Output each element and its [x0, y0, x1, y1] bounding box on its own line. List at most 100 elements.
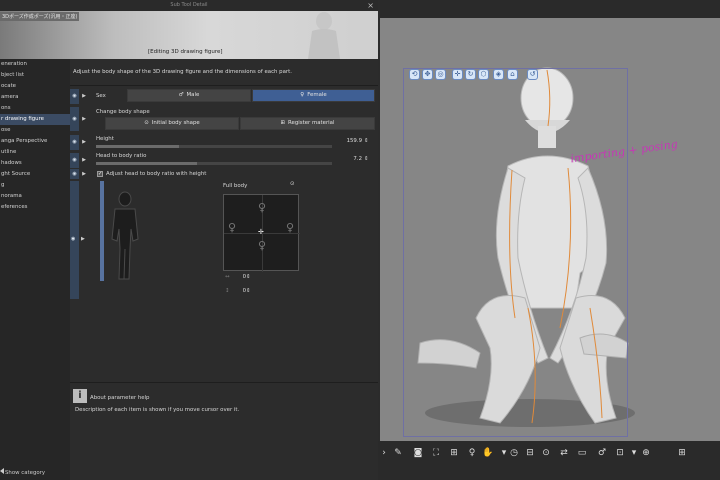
nav-item[interactable]: eneration: [0, 59, 70, 70]
body-part-selector[interactable]: [105, 189, 145, 289]
initial-body-shape-label: Initial body shape: [151, 120, 200, 126]
right-figure-icon: ♀: [286, 221, 295, 234]
male-label: Male: [186, 92, 200, 98]
front-figure-icon: ♀: [258, 201, 267, 214]
floor-icon[interactable]: ▭: [576, 447, 588, 459]
frame-icon[interactable]: ⛶: [430, 447, 442, 459]
arrow-left-icon: [0, 468, 4, 474]
sex-label: Sex: [96, 93, 106, 99]
x-spinner-icon[interactable]: ⇕: [246, 274, 251, 280]
height-label: Height: [96, 136, 114, 142]
snap-icon[interactable]: ⌂: [507, 69, 518, 80]
divider: [70, 382, 378, 383]
rotate-object-icon[interactable]: ↻: [465, 69, 476, 80]
nav-item[interactable]: anga Perspective: [0, 136, 70, 147]
nav-item[interactable]: ght Source: [0, 169, 70, 180]
hand-icon[interactable]: ✋: [482, 447, 494, 459]
adjust-checkbox[interactable]: ✓: [97, 171, 103, 177]
nav-item[interactable]: utline: [0, 147, 70, 158]
nav-item[interactable]: ons: [0, 103, 70, 114]
fit-icon[interactable]: ⊞: [448, 447, 460, 459]
object-launcher-bar: › ✎ ◙ ⛶ ⊞ ♀ ✋ ▾ ◷ ⊟ ⊙ ⇄ ▭ ♂ ⊡ ▾ ⊕ ⊞: [378, 441, 720, 480]
nav-item[interactable]: bject list: [0, 70, 70, 81]
nav-item[interactable]: norama: [0, 191, 70, 202]
reset-view-icon[interactable]: ⊙: [290, 181, 295, 187]
nav-item[interactable]: ose: [0, 125, 70, 136]
nav-item[interactable]: amera: [0, 92, 70, 103]
lock-icon[interactable]: ⊡: [614, 447, 626, 459]
eye-toggle-icon[interactable]: ◉: [70, 153, 79, 168]
send-icon[interactable]: ⊞: [676, 447, 688, 459]
height-spinner-icon[interactable]: ⇕: [364, 138, 369, 144]
eye-icon: ◉: [71, 236, 76, 242]
eye-toggle-icon[interactable]: ◉: [70, 89, 79, 104]
close-icon[interactable]: ×: [367, 0, 374, 11]
male-button[interactable]: ♂ Male: [127, 89, 251, 102]
wrench-icon[interactable]: ✎: [392, 447, 404, 459]
head-ratio-spinner-icon[interactable]: ⇕: [364, 156, 369, 162]
flip-icon[interactable]: ⇄: [558, 447, 570, 459]
lower-figure-icon: ♀: [258, 239, 267, 252]
x-value[interactable]: 0: [234, 274, 246, 280]
banner-tool-name: 3Dポーズ作成ポーズ(汎用・正座): [0, 12, 80, 21]
figure-selection-frame: [403, 68, 628, 437]
clock-icon[interactable]: ◷: [508, 447, 520, 459]
head-ratio-slider[interactable]: [96, 162, 332, 165]
register-material-button[interactable]: ⊞ Register material: [240, 117, 375, 130]
move-plane-icon[interactable]: ⬡: [478, 69, 489, 80]
register-icon: ⊞: [280, 120, 286, 126]
settings-panel: Adjust the body shape of the 3D drawing …: [70, 59, 378, 480]
search-icon[interactable]: ⊙: [540, 447, 552, 459]
expand-column[interactable]: ▶: [80, 181, 88, 299]
pose-preset-icon[interactable]: ♂: [596, 447, 608, 459]
camera-icon[interactable]: ◙: [412, 447, 424, 459]
expand-icon[interactable]: ▶: [80, 153, 88, 168]
y-spinner-icon[interactable]: ⇕: [246, 288, 251, 294]
initial-body-shape-button[interactable]: ⊙ Initial body shape: [105, 117, 239, 130]
show-category-button[interactable]: Show category: [0, 468, 45, 476]
pose-figure-icon[interactable]: ♀: [466, 447, 478, 459]
adjust-label: Adjust head to body ratio with height: [106, 171, 207, 177]
small-dropdown-icon[interactable]: ▾: [628, 447, 640, 459]
pan-camera-icon[interactable]: ✥: [422, 69, 433, 80]
expand-icon[interactable]: ▶: [80, 89, 88, 104]
divider: [70, 85, 378, 86]
expand-icon[interactable]: ▶: [80, 169, 88, 179]
body-shape-label: Change body shape: [96, 109, 150, 115]
eye-toggle-column[interactable]: ◉: [70, 181, 79, 299]
head-ratio-value[interactable]: 7.2: [332, 156, 362, 162]
nav-item[interactable]: eferences: [0, 202, 70, 213]
eye-toggle-icon[interactable]: ◉: [70, 135, 79, 150]
prev-icon[interactable]: ›: [378, 447, 390, 459]
nav-item[interactable]: g: [0, 180, 70, 191]
zoom-camera-icon[interactable]: ◎: [435, 69, 446, 80]
reset-icon[interactable]: ↺: [527, 69, 538, 80]
panel-description: Adjust the body shape of the 3D drawing …: [73, 69, 292, 75]
grid-icon[interactable]: ⊟: [524, 447, 536, 459]
center-marker-icon: ✛: [258, 228, 264, 236]
height-slider[interactable]: [96, 145, 332, 148]
female-button[interactable]: ♀ Female: [252, 89, 375, 102]
height-slider-fill: [96, 145, 179, 148]
preview-figure-icon: [308, 12, 340, 59]
nav-item[interactable]: ocate: [0, 81, 70, 92]
preview-banner: 3Dポーズ作成ポーズ(汎用・正座) [Editing 3D drawing fi…: [0, 11, 378, 59]
expand-icon[interactable]: ▶: [80, 107, 88, 131]
height-value[interactable]: 159.9: [332, 138, 362, 144]
rotate-camera-icon[interactable]: ⟲: [409, 69, 420, 80]
nav-item[interactable]: hadows: [0, 158, 70, 169]
sub-tool-detail-dialog: Sub Tool Detail × 3Dポーズ作成ポーズ(汎用・正座) [Edi…: [0, 0, 378, 480]
proportion-grid[interactable]: ♀ ♀ ♀ ♀ ✛: [223, 194, 300, 272]
help-title: About parameter help: [90, 395, 150, 401]
y-value[interactable]: 0: [234, 288, 246, 294]
rotate-plane-icon[interactable]: ◈: [493, 69, 504, 80]
layer-down-icon[interactable]: [644, 447, 656, 459]
expand-icon[interactable]: ▶: [80, 135, 88, 150]
category-nav: eneration bject list ocate amera ons r drawin…: [0, 59, 70, 480]
eye-toggle-icon[interactable]: ◉: [70, 169, 79, 179]
register-material-label: Register material: [288, 120, 335, 126]
help-text: Description of each item is shown if you…: [75, 407, 240, 413]
nav-item[interactable]: r drawing figure: [0, 114, 70, 125]
move-object-icon[interactable]: ✛: [452, 69, 463, 80]
eye-toggle-icon[interactable]: ◉: [70, 107, 79, 131]
